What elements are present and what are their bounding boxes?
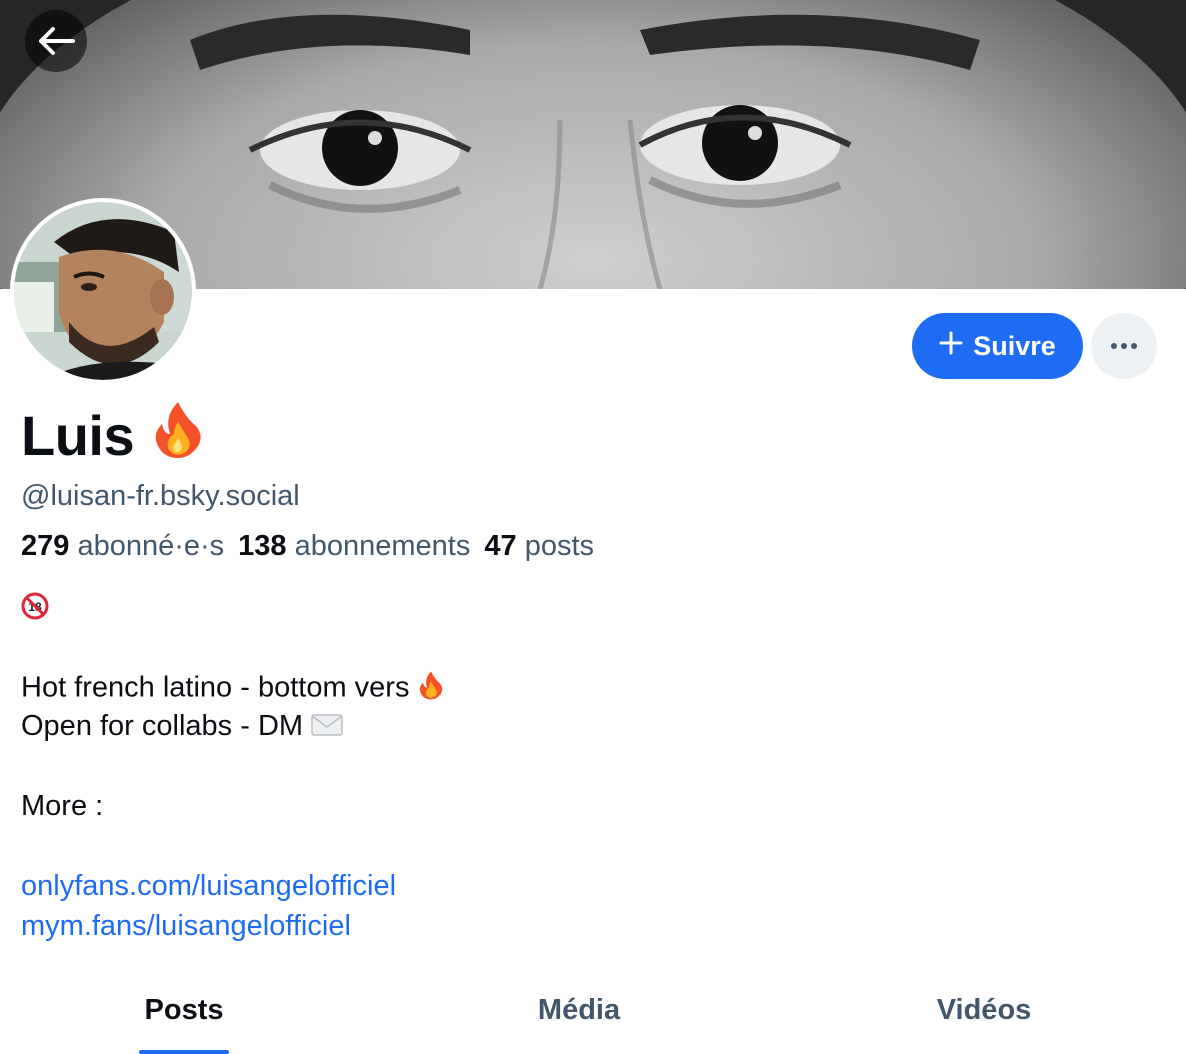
fire-emoji-icon [418, 670, 444, 708]
following-label: abonnements [294, 530, 471, 562]
bio-line-2: Open for collabs - DM [21, 710, 343, 744]
profile-tabs: Posts Média Vidéos [0, 980, 1186, 1054]
avatar-image [14, 202, 192, 380]
profile-display-name: Luis [21, 400, 204, 471]
posts-count: 47 [484, 530, 517, 562]
posts-stat: 47 posts [484, 530, 594, 562]
tab-videos[interactable]: Vidéos [937, 994, 1032, 1027]
following-stat[interactable]: 138 abonnements [238, 530, 470, 562]
followers-label: abonné·e·s [77, 530, 225, 562]
envelope-emoji-icon [311, 711, 343, 744]
bio-age-badge: 18 [21, 592, 49, 628]
display-name-text: Luis [21, 404, 135, 467]
bio-line-3: More : [21, 790, 104, 822]
bio-line-1-text: Hot french latino - bottom vers [21, 671, 410, 704]
plus-icon [939, 331, 963, 362]
bio-line-1: Hot french latino - bottom vers [21, 670, 444, 708]
ellipsis-icon [1110, 337, 1138, 355]
profile-handle: @luisan-fr.bsky.social [21, 480, 300, 512]
avatar[interactable] [10, 198, 196, 384]
followers-stat[interactable]: 279 abonné·e·s [21, 530, 224, 562]
more-options-button[interactable] [1091, 313, 1157, 379]
following-count: 138 [238, 530, 287, 562]
follow-button-label: Suivre [973, 330, 1056, 361]
bio-line-2-text: Open for collabs - DM [21, 710, 304, 742]
profile-stats: 279 abonné·e·s 138 abonnements 47 posts [21, 530, 594, 563]
follow-button[interactable]: Suivre [912, 313, 1083, 379]
fire-emoji-icon [152, 400, 204, 471]
tab-posts[interactable]: Posts [145, 994, 224, 1027]
back-button[interactable] [25, 10, 87, 72]
bio-link-onlyfans[interactable]: onlyfans.com/luisangelofficiel [21, 870, 396, 903]
active-tab-indicator [139, 1050, 229, 1054]
no-under-18-emoji-icon: 18 [21, 592, 49, 627]
followers-count: 279 [21, 530, 70, 562]
arrow-left-icon [37, 26, 75, 56]
bio-link-mym[interactable]: mym.fans/luisangelofficiel [21, 910, 351, 943]
posts-label: posts [524, 530, 595, 562]
tab-media[interactable]: Média [538, 994, 620, 1027]
